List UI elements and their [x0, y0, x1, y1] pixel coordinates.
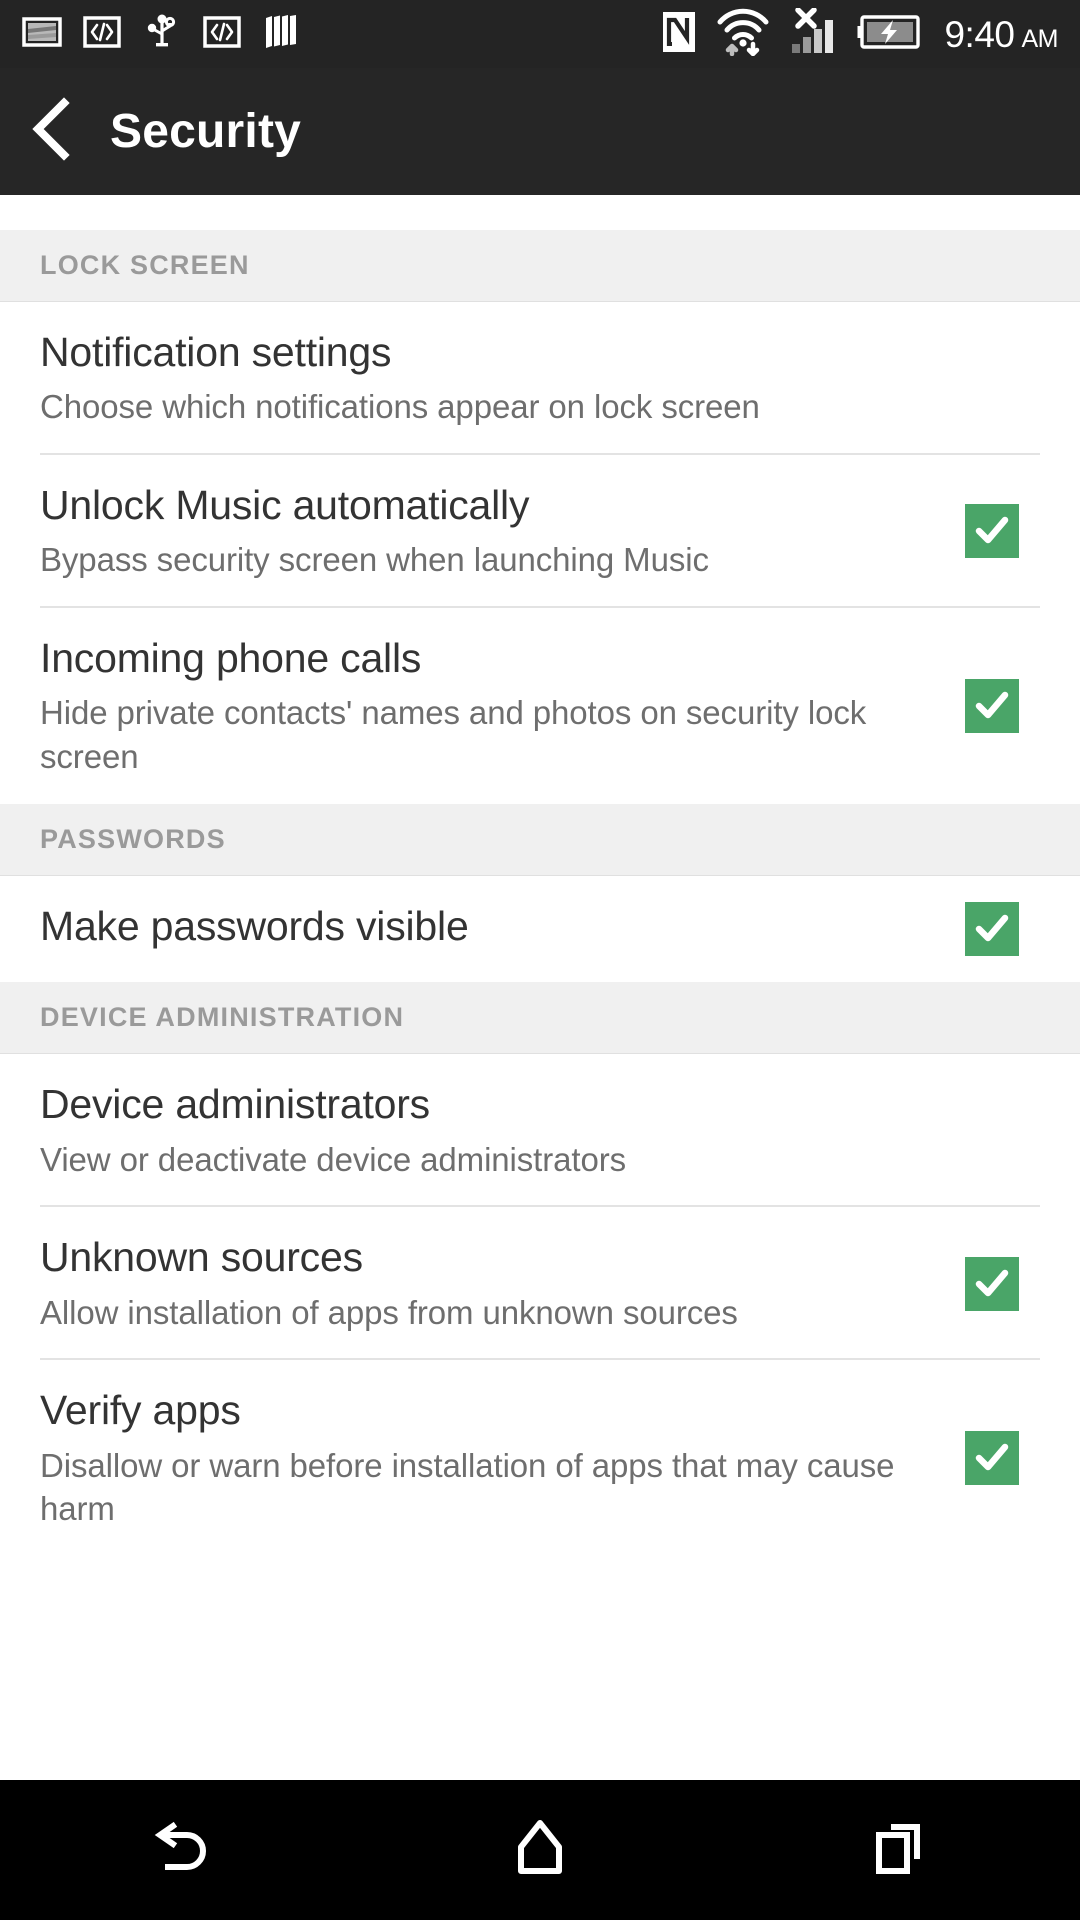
settings-row[interactable]: Notification settings Choose which notifi…	[0, 302, 1080, 455]
status-bar-clock: 9:40 AM	[944, 16, 1058, 53]
section-header: PASSWORDS	[0, 804, 1080, 877]
settings-row-title: Notification settings	[40, 329, 392, 375]
settings-row[interactable]: Incoming phone calls Hide private contact…	[0, 607, 1080, 805]
settings-row[interactable]: Unknown sources Allow installation of app…	[0, 1207, 1080, 1361]
nav-home-button[interactable]	[440, 1780, 640, 1920]
settings-row-widget	[944, 902, 1040, 957]
settings-row-summary: Hide private contacts' names and photos …	[40, 694, 867, 775]
section-header-label: PASSWORDS	[40, 824, 226, 855]
settings-row-text: Make passwords visible	[40, 902, 944, 950]
signal-no-service-icon	[788, 6, 840, 61]
nav-back-button[interactable]	[80, 1780, 280, 1920]
settings-row-widget	[944, 679, 1040, 734]
page-title: Security	[110, 105, 302, 158]
checkmark-icon	[975, 915, 1009, 942]
settings-row-summary: Allow installation of apps from unknown …	[40, 1293, 738, 1331]
checkbox[interactable]	[965, 1431, 1019, 1486]
clock-time: 9:40	[944, 13, 1015, 55]
settings-row-text: Unknown sources Allow installation of app…	[40, 1233, 944, 1334]
settings-row-summary: Disallow or warn before installation of …	[40, 1446, 895, 1528]
settings-row-summary: Choose which notifications appear on loc…	[40, 388, 760, 426]
status-bar: 9:40 AM	[0, 0, 1080, 68]
settings-row[interactable]: Verify apps Disallow or warn before insta…	[0, 1360, 1080, 1557]
list-group: Device administrators View or deactivate …	[0, 1054, 1080, 1557]
checkmark-icon	[975, 691, 1009, 719]
home-nav-icon	[509, 1815, 571, 1886]
back-button[interactable]	[0, 68, 104, 195]
settings-row-text: Verify apps Disallow or warn before insta…	[40, 1386, 944, 1530]
section-header: LOCK SCREEN	[0, 230, 1080, 302]
section-header-label: DEVICE ADMINISTRATION	[40, 1002, 405, 1033]
code-brackets-icon	[82, 12, 122, 57]
code-brackets-icon-2	[202, 12, 242, 57]
section-header-label: LOCK SCREEN	[40, 250, 250, 280]
checkmark-icon	[975, 1444, 1009, 1471]
section-header: DEVICE ADMINISTRATION	[0, 982, 1080, 1055]
wifi-transfer-icon	[715, 8, 771, 61]
checkbox[interactable]	[965, 504, 1019, 559]
action-bar: Security	[0, 68, 1080, 195]
settings-row-widget	[944, 1256, 1040, 1311]
checkmark-icon	[975, 1269, 1009, 1296]
settings-row-title: Unknown sources	[40, 1234, 363, 1281]
checkbox[interactable]	[965, 1256, 1019, 1311]
settings-row-text: Notification settings Choose which notifi…	[40, 328, 944, 429]
columns-icon	[262, 12, 302, 57]
usb-icon	[142, 12, 182, 57]
checkmark-icon	[975, 517, 1009, 544]
settings-list[interactable]: LOCK SCREEN Notification settings Choose w…	[0, 195, 1080, 1780]
list-top-spacer	[0, 195, 1080, 230]
settings-row-widget	[944, 1431, 1040, 1486]
checkbox[interactable]	[965, 679, 1019, 734]
settings-row[interactable]: Make passwords visible	[0, 876, 1080, 983]
status-bar-left-icons	[0, 12, 302, 57]
sections-container: LOCK SCREEN Notification settings Choose w…	[0, 230, 1080, 1557]
settings-row-text: Unlock Music automatically Bypass securit…	[40, 481, 944, 582]
settings-row-text: Device administrators View or deactivate …	[40, 1080, 944, 1181]
status-bar-right-icons: 9:40 AM	[660, 6, 1080, 61]
clock-ampm: AM	[1021, 24, 1059, 53]
checkbox[interactable]	[965, 902, 1019, 957]
settings-row[interactable]: Device administrators View or deactivate …	[0, 1054, 1080, 1208]
settings-row-title: Verify apps	[40, 1387, 241, 1434]
settings-row-widget	[944, 504, 1040, 559]
list-group: Make passwords visible	[0, 876, 1080, 983]
back-nav-icon	[147, 1815, 213, 1886]
settings-row-text: Incoming phone calls Hide private contact…	[40, 634, 944, 778]
navigation-bar	[0, 1780, 1080, 1920]
settings-row-title: Make passwords visible	[40, 903, 469, 950]
list-group: Notification settings Choose which notifi…	[0, 302, 1080, 805]
settings-row-title: Incoming phone calls	[40, 634, 422, 681]
settings-row-title: Unlock Music automatically	[40, 481, 530, 528]
screenshot-icon	[22, 12, 62, 57]
recents-nav-icon	[869, 1815, 931, 1886]
settings-row-summary: View or deactivate device administrators	[40, 1140, 627, 1178]
settings-row-summary: Bypass security screen when launching Mu…	[40, 541, 709, 579]
nav-recents-button[interactable]	[800, 1780, 1000, 1920]
settings-row-title: Device administrators	[40, 1081, 430, 1128]
battery-charging-icon	[857, 13, 923, 56]
nfc-icon	[660, 10, 698, 59]
settings-row[interactable]: Unlock Music automatically Bypass securit…	[0, 454, 1080, 608]
back-chevron-icon	[24, 97, 80, 166]
